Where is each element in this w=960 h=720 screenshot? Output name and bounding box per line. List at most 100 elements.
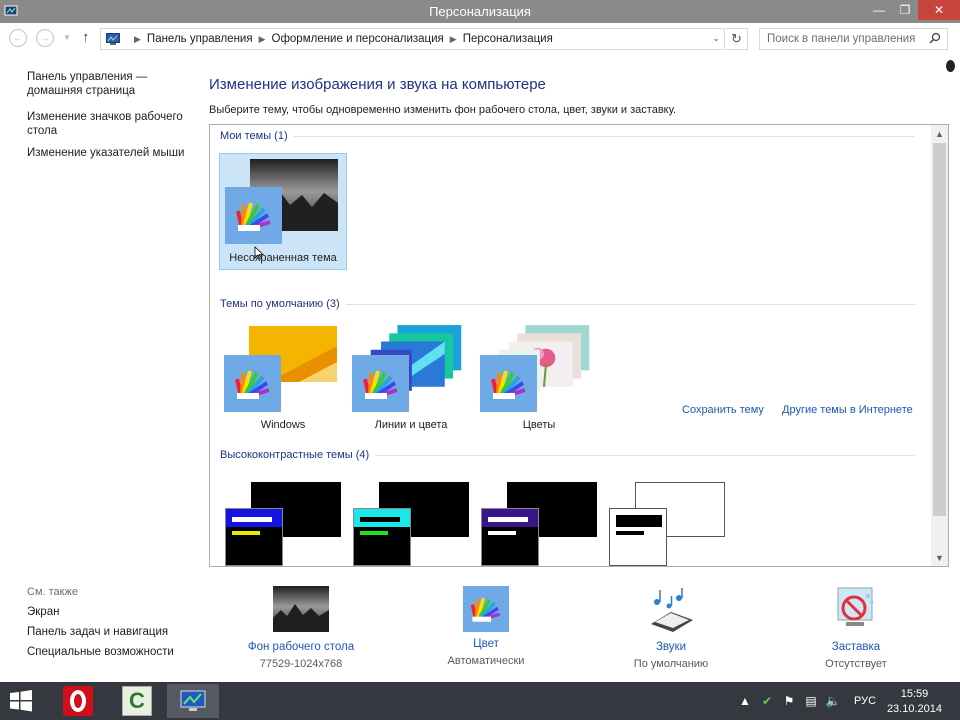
- chevron-down-icon[interactable]: ⌄: [712, 33, 720, 44]
- nav-control-panel-home[interactable]: Панель управления — домашняя страница: [27, 70, 197, 98]
- theme-high-contrast-white[interactable]: [605, 474, 733, 566]
- sounds-control[interactable]: Звуки По умолчанию: [591, 586, 751, 670]
- taskbar: C ▲ ✔ ⚑ ▤ 🔈 РУС 15:59 23.10.2014: [0, 682, 960, 720]
- taskbar-camtasia[interactable]: C: [111, 684, 163, 718]
- sounds-value: По умолчанию: [633, 658, 709, 670]
- see-also: См. также Экран Панель задач и навигация…: [27, 586, 197, 666]
- search-icon[interactable]: [929, 32, 941, 44]
- divider: [345, 303, 916, 305]
- color-palette-icon: [224, 355, 281, 412]
- recent-locations-dropdown[interactable]: ▼: [63, 33, 71, 42]
- opera-icon: [63, 686, 93, 716]
- scroll-thumb[interactable]: [933, 143, 946, 516]
- title-bar: Персонализация — ❐ ✕: [0, 0, 960, 23]
- clock-time: 15:59: [900, 688, 929, 700]
- control-panel-icon: [180, 690, 206, 711]
- chevron-right-icon: ▶: [134, 33, 141, 44]
- nav-change-desktop-icons[interactable]: Изменение значков рабочего стола: [27, 110, 197, 138]
- close-button[interactable]: ✕: [918, 0, 960, 20]
- scroll-down-icon[interactable]: ▼: [931, 549, 948, 566]
- screensaver-control[interactable]: Заставка Отсутствует: [776, 586, 936, 670]
- vertical-scrollbar[interactable]: ▲ ▼: [931, 125, 948, 566]
- more-themes-online-link[interactable]: Другие темы в Интернете: [782, 404, 913, 416]
- clock[interactable]: 15:59 23.10.2014: [887, 687, 942, 717]
- breadcrumb-personalization[interactable]: Персонализация: [463, 33, 553, 45]
- theme-label: Windows: [260, 419, 306, 431]
- see-also-header: См. также: [27, 586, 78, 598]
- color-value: Автоматически: [447, 655, 525, 667]
- theme-unsaved[interactable]: Несохраненная тема: [219, 153, 347, 270]
- volume-icon[interactable]: 🔈: [824, 694, 842, 708]
- theme-label: Цветы: [522, 419, 556, 431]
- help-icon[interactable]: [946, 60, 955, 72]
- screensaver-value: Отсутствует: [825, 658, 887, 670]
- color-control[interactable]: Цвет Автоматически: [406, 586, 566, 667]
- theme-label: Несохраненная тема: [229, 252, 337, 264]
- see-also-taskbar[interactable]: Панель задач и навигация: [27, 626, 197, 638]
- wallpaper-icon: [273, 586, 329, 632]
- theme-high-contrast-2[interactable]: [349, 474, 477, 566]
- camtasia-icon: C: [122, 686, 152, 716]
- security-icon[interactable]: ✔: [758, 694, 776, 708]
- show-hidden-icons-icon[interactable]: ▲: [736, 694, 754, 708]
- divider: [375, 454, 916, 456]
- color-palette-icon: [463, 586, 509, 632]
- theme-high-contrast-black[interactable]: [477, 474, 605, 566]
- breadcrumb-control-panel[interactable]: Панель управления: [147, 33, 253, 45]
- sounds-icon: [651, 588, 693, 632]
- nav-change-mouse-pointers[interactable]: Изменение указателей мыши: [27, 146, 197, 160]
- color-palette-icon: [225, 187, 282, 244]
- color-palette-icon: [480, 355, 537, 412]
- theme-windows[interactable]: Windows: [219, 321, 347, 438]
- theme-flowers[interactable]: Цветы: [475, 321, 603, 438]
- theme-color-sample: [353, 508, 411, 566]
- refresh-button[interactable]: ↻: [726, 28, 748, 50]
- desktop-background-control[interactable]: Фон рабочего стола 77529-1024x768: [221, 586, 381, 670]
- group-header-default-themes: Темы по умолчанию (3): [220, 298, 916, 310]
- page-title: Изменение изображения и звука на компьют…: [209, 76, 546, 93]
- windows-start-icon[interactable]: [8, 688, 34, 714]
- save-theme-link[interactable]: Сохранить тему: [682, 404, 764, 416]
- scroll-up-icon[interactable]: ▲: [931, 125, 948, 142]
- color-palette-icon: [352, 355, 409, 412]
- see-also-display[interactable]: Экран: [27, 606, 197, 618]
- theme-list[interactable]: Мои темы (1) Несохраненная тема Сохранит…: [209, 124, 949, 567]
- forward-button[interactable]: →: [36, 29, 54, 47]
- page-description: Выберите тему, чтобы одновременно измени…: [209, 104, 677, 116]
- taskbar-opera[interactable]: [52, 684, 104, 718]
- see-also-accessibility[interactable]: Специальные возможности: [27, 646, 197, 658]
- desktop-background-value: 77529-1024x768: [259, 658, 343, 670]
- screensaver-icon: [837, 587, 874, 626]
- control-panel-icon: [106, 33, 120, 45]
- chevron-right-icon[interactable]: ▶: [450, 34, 457, 45]
- theme-high-contrast-1[interactable]: [221, 474, 349, 566]
- up-button[interactable]: ↑: [82, 29, 90, 46]
- chevron-right-icon[interactable]: ▶: [259, 34, 266, 45]
- taskbar-control-panel[interactable]: [167, 684, 219, 718]
- window-title: Персонализация: [429, 4, 531, 19]
- theme-lines-and-colors[interactable]: Линии и цвета: [347, 321, 475, 438]
- theme-color-sample: [225, 508, 283, 566]
- color-link[interactable]: Цвет: [406, 638, 566, 650]
- theme-label: Линии и цвета: [374, 419, 448, 431]
- breadcrumb-appearance[interactable]: Оформление и персонализация: [272, 33, 444, 45]
- desktop-background-link[interactable]: Фон рабочего стола: [221, 641, 381, 653]
- group-header-my-themes: Мои темы (1): [220, 130, 914, 142]
- flag-icon[interactable]: ⚑: [780, 694, 798, 708]
- sounds-link[interactable]: Звуки: [591, 641, 751, 653]
- clock-date: 23.10.2014: [886, 703, 942, 715]
- maximize-button[interactable]: ❐: [892, 0, 918, 20]
- screensaver-link[interactable]: Заставка: [776, 641, 936, 653]
- left-nav: Панель управления — домашняя страница Из…: [27, 70, 197, 168]
- minimize-button[interactable]: —: [866, 0, 892, 20]
- language-indicator[interactable]: РУС: [854, 695, 876, 707]
- search-input[interactable]: [760, 29, 920, 49]
- system-tray: ▲ ✔ ⚑ ▤ 🔈 РУС: [734, 682, 876, 720]
- theme-color-sample: [609, 508, 667, 566]
- address-bar[interactable]: ▶ Панель управления ▶ Оформление и персо…: [100, 28, 725, 50]
- group-header-high-contrast-themes: Высококонтрастные темы (4): [220, 449, 916, 461]
- search-box[interactable]: [759, 28, 948, 50]
- divider: [293, 135, 914, 137]
- network-icon[interactable]: ▤: [802, 694, 820, 708]
- back-button[interactable]: ←: [9, 29, 27, 47]
